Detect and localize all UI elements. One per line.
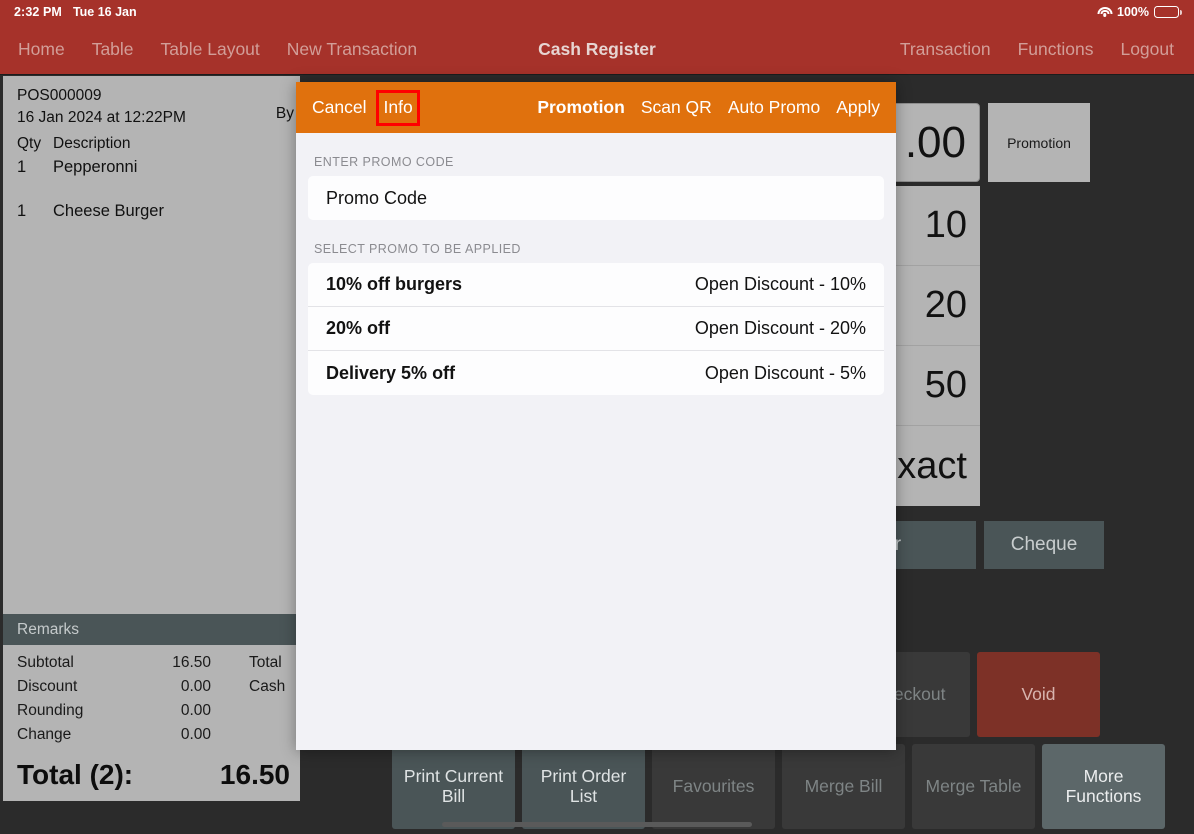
summary-row: Discount 0.00 Cash [3, 675, 300, 699]
nav-right-group: Transaction Functions Logout [900, 39, 1174, 60]
summary-value: 0.00 [180, 702, 211, 719]
cheque-button[interactable]: Cheque [984, 521, 1104, 569]
line-qty: 1 [17, 202, 27, 221]
more-functions-button[interactable]: More Functions [1042, 744, 1165, 829]
summary-label-secondary: Total [249, 654, 282, 671]
status-right-group: 100% [1097, 5, 1182, 19]
grand-total-row: Total (2): 16.50 [3, 759, 300, 791]
apply-button[interactable]: Apply [836, 97, 880, 118]
line-description: Cheese Burger [53, 202, 164, 221]
select-promo-section-label: SELECT PROMO TO BE APPLIED [314, 242, 521, 256]
summary-row: Subtotal 16.50 Total [3, 651, 300, 675]
home-indicator [442, 822, 752, 827]
modal-toolbar: Cancel Info Promotion Scan QR Auto Promo… [296, 82, 896, 133]
promo-value: Open Discount - 20% [694, 318, 866, 338]
merge-bill-button[interactable]: Merge Bill [782, 744, 905, 829]
receipt-column-headers: Qty Description [3, 129, 300, 153]
void-button[interactable]: Void [977, 652, 1100, 737]
grand-total-value: 16.50 [219, 759, 290, 790]
scan-qr-button[interactable]: Scan QR [641, 97, 712, 118]
status-bar: 2:32 PM Tue 16 Jan 100% [0, 0, 1194, 24]
enter-promo-section-label: ENTER PROMO CODE [314, 155, 454, 169]
promotion-button[interactable]: Promotion [988, 103, 1090, 182]
receipt-col-qty: Qty [17, 135, 42, 153]
modal-title: Promotion [537, 97, 625, 117]
receipt-header: POS000009 16 Jan 2024 at 12:22PM [3, 76, 300, 129]
nav-item-functions[interactable]: Functions [1018, 39, 1094, 60]
promo-name: 10% off burgers [326, 274, 463, 294]
battery-percent-label: 100% [1117, 5, 1149, 19]
cancel-button[interactable]: Cancel [312, 97, 366, 118]
modal-toolbar-left: Cancel Info [312, 90, 420, 126]
promotion-modal: Cancel Info Promotion Scan QR Auto Promo… [296, 82, 896, 750]
summary-value: 0.00 [180, 726, 211, 743]
status-time: 2:32 PM [14, 5, 62, 19]
promo-value: Open Discount - 10% [694, 274, 866, 294]
promo-list-item[interactable]: 10% off burgers Open Discount - 10% [308, 263, 884, 307]
action-row-bottom: Print Current Bill Print Order List Favo… [392, 744, 1165, 829]
nav-item-transaction[interactable]: Transaction [900, 39, 991, 60]
top-nav-bar: Home Table Table Layout New Transaction … [0, 24, 1194, 75]
print-order-list-button[interactable]: Print Order List [522, 744, 645, 829]
receipt-panel: POS000009 16 Jan 2024 at 12:22PM By Qty … [0, 76, 300, 801]
auto-promo-button[interactable]: Auto Promo [728, 97, 820, 118]
line-qty: 1 [17, 158, 27, 177]
receipt-summary: Subtotal 16.50 Total Discount 0.00 Cash … [3, 645, 300, 747]
grand-total-label: Total (2): [17, 759, 134, 790]
summary-label-secondary: Cash [249, 678, 286, 695]
favourites-button[interactable]: Favourites [652, 744, 775, 829]
receipt-col-description: Description [53, 135, 131, 153]
promo-name: Delivery 5% off [326, 362, 456, 383]
receipt-order-id: POS000009 [17, 87, 102, 104]
merge-table-button[interactable]: Merge Table [912, 744, 1035, 829]
summary-label: Rounding [17, 702, 84, 719]
receipt-line-item[interactable]: 1 Cheese Burger [17, 202, 286, 221]
promo-code-input[interactable]: Promo Code [308, 176, 884, 220]
summary-value: 16.50 [172, 654, 211, 671]
nav-item-table[interactable]: Table [92, 39, 134, 60]
receipt-by-label: By [275, 105, 294, 122]
summary-value: 0.00 [180, 678, 211, 695]
receipt-line-item[interactable]: 1 Pepperonni [17, 158, 286, 177]
info-button-label: Info [383, 97, 413, 117]
summary-label: Subtotal [17, 654, 74, 671]
nav-item-table-layout[interactable]: Table Layout [161, 39, 260, 60]
promo-list: 10% off burgers Open Discount - 10% 20% … [308, 263, 884, 395]
nav-item-logout[interactable]: Logout [1120, 39, 1174, 60]
status-date: Tue 16 Jan [72, 5, 137, 19]
promo-value: Open Discount - 5% [704, 362, 866, 383]
promo-list-item[interactable]: 20% off Open Discount - 20% [308, 307, 884, 351]
info-button[interactable]: Info [376, 90, 420, 126]
summary-row: Rounding 0.00 [3, 699, 300, 723]
promo-list-item[interactable]: Delivery 5% off Open Discount - 5% [308, 351, 884, 395]
print-current-bill-button[interactable]: Print Current Bill [392, 744, 515, 829]
nav-item-new-transaction[interactable]: New Transaction [287, 39, 417, 60]
receipt-line-items: 1 Pepperonni 1 Cheese Burger [3, 158, 300, 221]
nav-item-home[interactable]: Home [18, 39, 65, 60]
receipt-datetime: 16 Jan 2024 at 12:22PM [17, 108, 186, 126]
nav-left-group: Home Table Table Layout New Transaction [18, 39, 417, 60]
line-description: Pepperonni [53, 158, 138, 177]
modal-toolbar-right: Promotion Scan QR Auto Promo Apply [537, 97, 880, 118]
summary-label: Change [17, 726, 72, 743]
pos-app-window: 2:32 PM Tue 16 Jan 100% Home Table Table… [0, 0, 1194, 834]
summary-row: Change 0.00 [3, 723, 300, 747]
battery-full-icon [1154, 6, 1182, 18]
wifi-icon [1097, 6, 1113, 18]
summary-label: Discount [17, 678, 78, 695]
remarks-bar[interactable]: Remarks [3, 614, 300, 645]
promo-name: 20% off [326, 318, 391, 338]
